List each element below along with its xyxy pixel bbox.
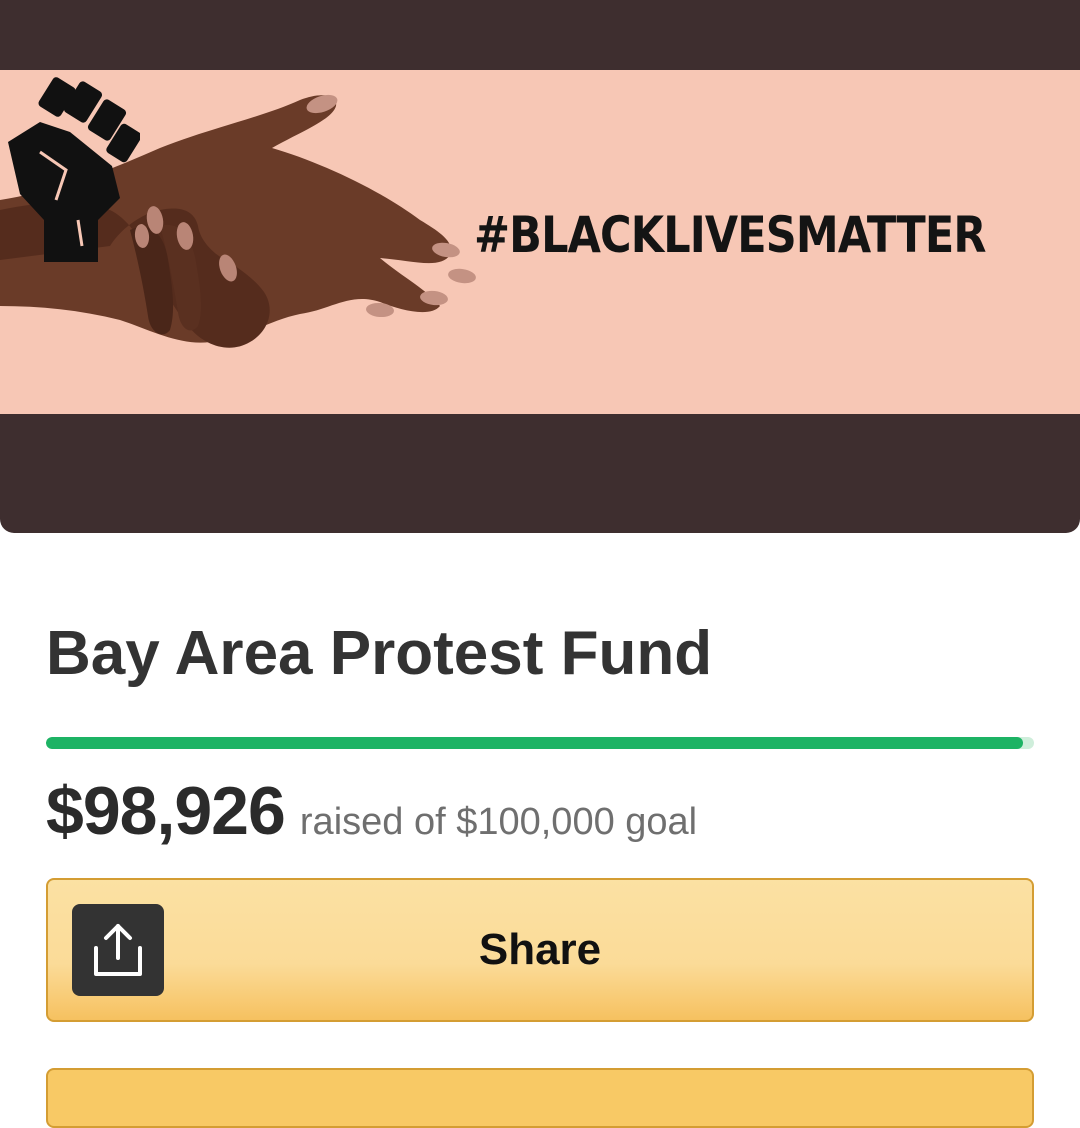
hero-image: #BLACKLIVESMATTER bbox=[0, 0, 1080, 533]
hashtag-text: #BLACKLIVESMATTER bbox=[474, 206, 986, 264]
raised-fist-icon bbox=[8, 77, 140, 262]
progress-bar bbox=[46, 737, 1034, 749]
blm-banner: #BLACKLIVESMATTER bbox=[0, 70, 1080, 414]
fundraiser-title: Bay Area Protest Fund bbox=[46, 619, 713, 688]
share-button[interactable]: Share bbox=[46, 878, 1034, 1022]
goal-text: raised of $100,000 goal bbox=[299, 801, 698, 843]
raised-amount: $98,926 bbox=[46, 773, 286, 849]
share-label: Share bbox=[478, 925, 602, 974]
progress-fill bbox=[46, 737, 1024, 749]
donate-button-partial[interactable] bbox=[46, 1068, 1034, 1128]
amount-row: $98,926 raised of $100,000 goal bbox=[46, 772, 697, 850]
